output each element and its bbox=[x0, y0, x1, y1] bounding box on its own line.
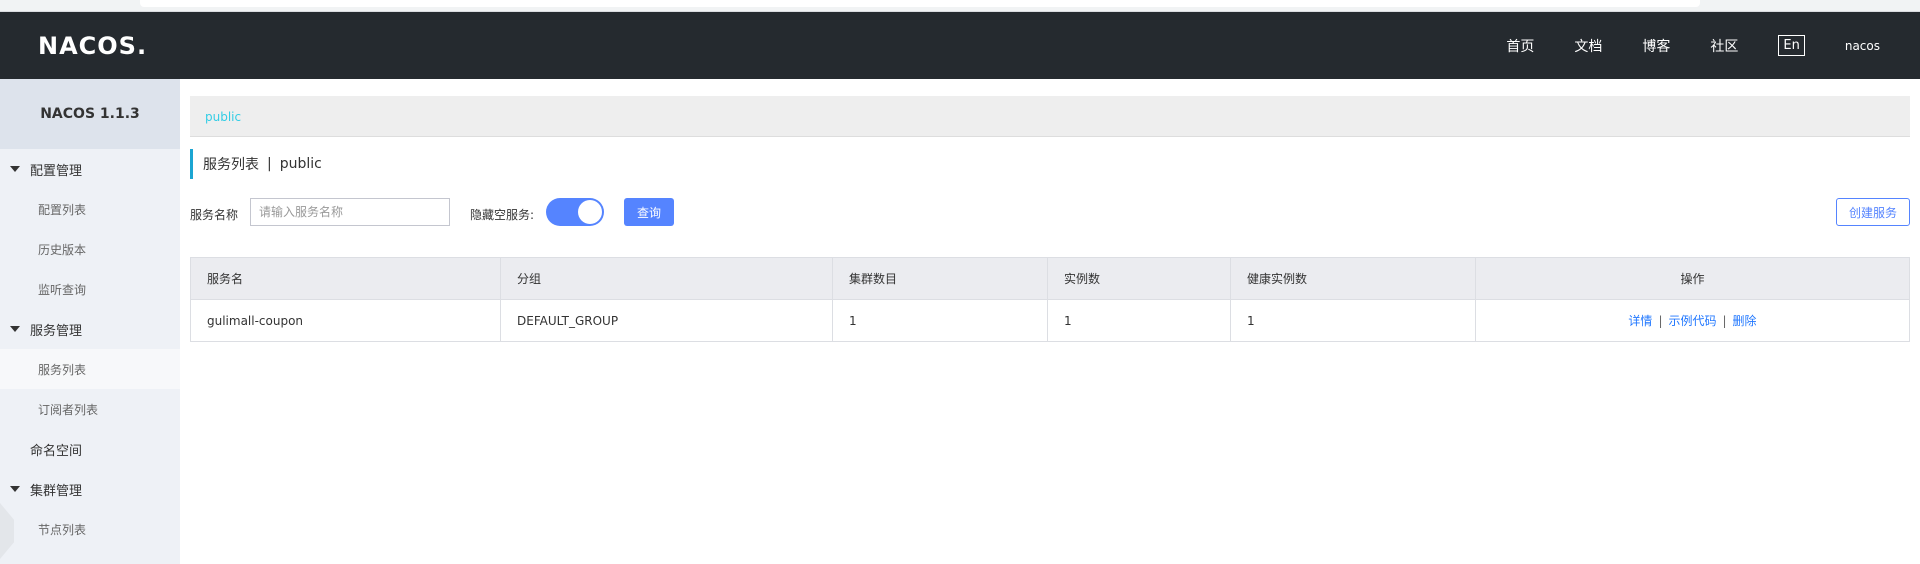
hide-empty-toggle[interactable] bbox=[546, 198, 604, 226]
search-row: 服务名称 隐藏空服务: 查询 创建服务 bbox=[190, 198, 1910, 228]
delete-link[interactable]: 删除 bbox=[1733, 314, 1757, 328]
hide-empty-label: 隐藏空服务: bbox=[470, 208, 535, 222]
sidebar-group-label: 集群管理 bbox=[30, 483, 83, 499]
namespace-bar: public bbox=[190, 96, 1910, 137]
caret-down-icon bbox=[10, 166, 20, 172]
sidebar-item-history[interactable]: 历史版本 bbox=[0, 229, 180, 269]
sample-code-link[interactable]: 示例代码 bbox=[1668, 314, 1716, 328]
cell-actions: 详情 | 示例代码 | 删除 bbox=[1475, 299, 1910, 342]
cell-service-name: gulimall-coupon bbox=[190, 299, 501, 342]
cell-healthy-count: 1 bbox=[1230, 299, 1476, 342]
service-name-label: 服务名称 bbox=[190, 208, 239, 222]
col-instance-count[interactable]: 实例数 bbox=[1047, 257, 1231, 300]
cell-cluster-count: 1 bbox=[832, 299, 1048, 342]
detail-link[interactable]: 详情 bbox=[1628, 314, 1652, 328]
sidebar-group-label: 配置管理 bbox=[30, 163, 83, 179]
sidebar-item-config-list[interactable]: 配置列表 bbox=[0, 189, 180, 229]
caret-down-icon bbox=[10, 326, 20, 332]
col-group[interactable]: 分组 bbox=[500, 257, 833, 300]
browser-chrome-strip bbox=[0, 0, 1920, 12]
sidebar-item-namespace[interactable]: 命名空间 bbox=[0, 429, 180, 469]
sidebar-item-service-list[interactable]: 服务列表 bbox=[0, 349, 180, 389]
nav-home-link[interactable]: 首页 bbox=[1506, 36, 1534, 56]
col-service-name[interactable]: 服务名 bbox=[190, 257, 501, 300]
page-title: 服务列表 | public bbox=[190, 149, 322, 179]
sidebar-group-service[interactable]: 服务管理 bbox=[0, 309, 180, 349]
sidebar-brand-version: NACOS 1.1.3 bbox=[0, 79, 180, 149]
nav-docs-link[interactable]: 文档 bbox=[1574, 36, 1602, 56]
address-bar[interactable] bbox=[140, 0, 1700, 7]
sidebar-group-config[interactable]: 配置管理 bbox=[0, 149, 180, 189]
sidebar-item-subscriber-list[interactable]: 订阅者列表 bbox=[0, 389, 180, 429]
table-row: gulimall-coupon DEFAULT_GROUP 1 1 1 详情 | 示… bbox=[190, 299, 1910, 342]
sidebar-item-listener[interactable]: 监听查询 bbox=[0, 269, 180, 309]
current-user[interactable]: nacos bbox=[1845, 39, 1880, 53]
namespace-link-public[interactable]: public bbox=[205, 110, 241, 124]
service-table: 服务名 分组 集群数目 实例数 健康实例数 操作 gulimall-coupon… bbox=[190, 257, 1910, 342]
top-nav-links: 首页 文档 博客 社区 En nacos bbox=[1506, 12, 1920, 79]
caret-down-icon bbox=[10, 486, 20, 492]
sidebar-group-cluster[interactable]: 集群管理 bbox=[0, 469, 180, 509]
nav-community-link[interactable]: 社区 bbox=[1710, 36, 1738, 56]
sidebar: NACOS 1.1.3 配置管理 配置列表 历史版本 监听查询 服务管理 服务列… bbox=[0, 79, 180, 564]
nacos-logo[interactable]: NACOS. bbox=[38, 32, 147, 60]
page-title-namespace: public bbox=[279, 156, 322, 172]
table-header-row: 服务名 分组 集群数目 实例数 健康实例数 操作 bbox=[190, 257, 1910, 300]
toggle-knob bbox=[578, 200, 602, 224]
title-separator: | bbox=[267, 156, 272, 172]
service-name-input[interactable] bbox=[250, 198, 450, 226]
sidebar-item-node-list[interactable]: 节点列表 bbox=[0, 509, 180, 549]
query-button[interactable]: 查询 bbox=[624, 198, 674, 226]
sidebar-group-label: 服务管理 bbox=[30, 323, 83, 339]
create-service-button[interactable]: 创建服务 bbox=[1836, 198, 1910, 226]
language-switch-button[interactable]: En bbox=[1778, 35, 1805, 56]
action-separator: | bbox=[1658, 314, 1663, 328]
cell-group: DEFAULT_GROUP bbox=[500, 299, 833, 342]
action-separator: | bbox=[1722, 314, 1727, 328]
col-actions: 操作 bbox=[1475, 257, 1910, 300]
cell-instance-count: 1 bbox=[1047, 299, 1231, 342]
col-cluster-count[interactable]: 集群数目 bbox=[832, 257, 1048, 300]
top-navigation-bar: NACOS. 首页 文档 博客 社区 En nacos bbox=[0, 12, 1920, 79]
nav-blog-link[interactable]: 博客 bbox=[1642, 36, 1670, 56]
page-title-text: 服务列表 bbox=[203, 157, 259, 173]
col-healthy-count[interactable]: 健康实例数 bbox=[1230, 257, 1476, 300]
